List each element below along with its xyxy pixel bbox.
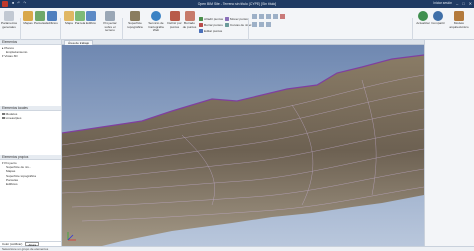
edit-points-button[interactable]: Editar puntos [199, 29, 222, 33]
web-map-service-button[interactable]: Servicio de Cartografía Web [146, 11, 166, 33]
move-icon[interactable] [259, 14, 264, 19]
checkbox[interactable] [2, 116, 5, 120]
delete-icon[interactable] [280, 14, 285, 19]
edit-tools [252, 14, 292, 38]
topographic-surface-button[interactable]: Superficie topográfica [124, 11, 146, 29]
tree-item[interactable]: Líneas/pies [2, 116, 59, 120]
share-button[interactable]: Compartir [431, 11, 445, 26]
contour-icon [225, 23, 229, 27]
remove-points-button[interactable]: Borrar puntos [199, 23, 223, 27]
terrain-render[interactable] [62, 45, 424, 246]
remove-point-icon [199, 23, 203, 27]
move-points-button[interactable]: Mover puntos [225, 17, 249, 21]
mirror-icon[interactable] [273, 14, 278, 19]
model-icon [454, 11, 464, 21]
terrain-icon [130, 11, 140, 21]
tree-item[interactable]: Edificios [2, 182, 59, 186]
map-button[interactable]: Mapa [64, 11, 74, 26]
building-button[interactable]: Edificio [86, 11, 96, 26]
ribbon-toolbar: Parámetros generales Mapas Parcelas Edif… [0, 8, 474, 46]
rotate-icon[interactable] [266, 14, 271, 19]
checkbox[interactable] [2, 112, 5, 116]
minimize-button[interactable]: – [456, 1, 458, 6]
map-single-icon [64, 11, 74, 21]
right-panel [424, 40, 474, 246]
plot-button[interactable]: Parcela [75, 11, 85, 26]
building-icon [47, 11, 57, 21]
gear-icon [4, 11, 14, 21]
plot-icon [35, 11, 45, 21]
add-point-icon [199, 17, 203, 21]
local-elements-tree: Modelos Líneas/pies [0, 111, 61, 121]
plot-single-icon [75, 11, 85, 21]
undo-edit-icon[interactable] [252, 22, 257, 27]
architectural-model-button[interactable]: Modelo arquitectónico [446, 11, 472, 29]
title-bar: ■ ↶ ↷ Open BIM Site - Terreno sin título… [0, 0, 474, 8]
move-point-icon [225, 17, 229, 21]
building-single-icon [86, 11, 96, 21]
left-panel: Elementos ▸ Planos Emplazamiento ▾ Vista… [0, 40, 62, 247]
tree-item[interactable]: ▾ Vistas 3D [2, 54, 59, 58]
project-terrain-icon [105, 11, 115, 21]
maximize-button[interactable]: □ [462, 1, 464, 6]
edit-point-icon [199, 29, 203, 33]
buildings-button[interactable]: Edificios [46, 11, 58, 26]
project-on-terrain-button[interactable]: Proyectar sobre el terreno [100, 11, 120, 33]
close-button[interactable]: ✕ [469, 1, 472, 6]
points-icon [169, 11, 180, 21]
redo-edit-icon[interactable] [259, 22, 264, 27]
update-button[interactable]: Actualizar [415, 11, 431, 26]
eraser-icon [184, 11, 195, 21]
select-icon[interactable] [266, 22, 271, 27]
refresh-icon [418, 11, 428, 21]
copy-icon[interactable] [252, 14, 257, 19]
elements-tree: ▸ Planos Emplazamiento ▾ Vistas 3D [0, 45, 61, 60]
window-controls: – □ ✕ [456, 1, 472, 6]
delete-points-button[interactable]: Borrado de puntos [182, 11, 197, 29]
3d-viewport[interactable] [62, 45, 424, 246]
globe-icon [151, 11, 161, 21]
define-by-points-button[interactable]: Definir por puntos [167, 11, 182, 29]
maps-button[interactable]: Mapas [22, 11, 34, 26]
status-bar: Seleccione un grupo de elementos [0, 246, 474, 251]
add-points-button[interactable]: Añadir puntos [199, 17, 223, 21]
own-elements-tree: ▾ Proyecto Superficie de niv... Mapas Su… [0, 160, 61, 187]
map-icon [23, 11, 33, 21]
window-title: Open BIM Site - Terreno sin título (CYPE… [197, 2, 277, 6]
general-parameters-button[interactable]: Parámetros generales [1, 11, 17, 29]
plots-button[interactable]: Parcelas [34, 11, 46, 26]
user-login[interactable]: Iniciar sesión [433, 1, 452, 5]
share-icon [433, 11, 443, 21]
